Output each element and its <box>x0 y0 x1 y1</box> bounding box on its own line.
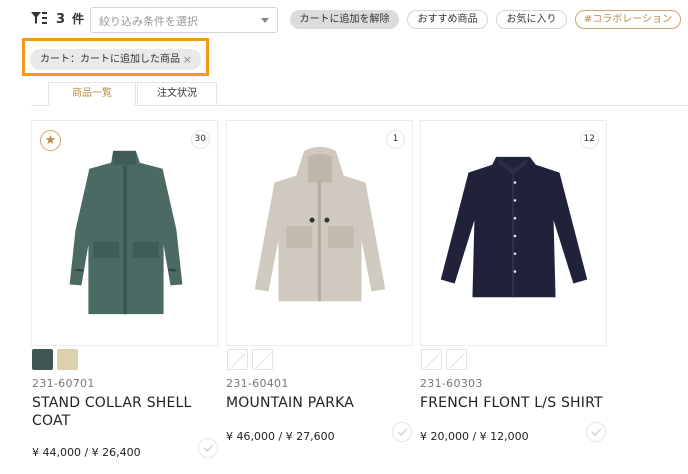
product-image[interactable] <box>32 121 217 345</box>
filter-select-placeholder: 絞り込み条件を選択 <box>99 15 198 28</box>
favorite-star-button[interactable]: ★ <box>40 130 61 151</box>
chevron-down-icon <box>261 18 269 23</box>
check-icon <box>203 444 214 452</box>
color-swatch[interactable] <box>32 349 53 370</box>
color-swatch-empty <box>446 349 467 370</box>
product-name[interactable]: MOUNTAIN PARKA <box>226 394 416 412</box>
product-card[interactable]: ★ 30 <box>31 120 218 346</box>
filter-select[interactable]: 絞り込み条件を選択 <box>90 7 278 33</box>
tab-order-status[interactable]: 注文状況 <box>137 82 217 106</box>
quantity-badge: 1 <box>386 130 405 149</box>
check-icon <box>397 428 408 436</box>
filter-icon[interactable] <box>31 11 47 25</box>
product-code: 231-60401 <box>226 377 289 390</box>
product-image[interactable] <box>227 121 412 345</box>
select-product-button[interactable] <box>198 438 218 458</box>
result-count: 3件 <box>56 12 86 27</box>
close-icon[interactable]: × <box>183 49 192 70</box>
active-filter-label: カート：カートに追加した商品 <box>40 54 180 65</box>
recommended-filter-button[interactable]: おすすめ商品 <box>407 10 488 29</box>
color-swatch[interactable] <box>57 349 78 370</box>
product-card[interactable]: 1 <box>226 120 413 346</box>
star-icon: ★ <box>44 133 57 148</box>
product-price: ¥ 46,000 / ¥ 27,600 <box>226 430 335 443</box>
collaboration-filter-button[interactable]: #コラボレーション <box>575 10 681 29</box>
color-swatch-empty <box>227 349 248 370</box>
product-name[interactable]: STAND COLLAR SHELL COAT <box>32 394 222 430</box>
product-price: ¥ 44,000 / ¥ 26,400 <box>32 446 141 459</box>
product-name[interactable]: FRENCH FLONT L/S SHIRT <box>420 394 610 412</box>
product-image[interactable] <box>421 121 606 345</box>
clear-cart-filter-button[interactable]: カートに追加を解除 <box>290 10 399 29</box>
color-swatch-empty <box>252 349 273 370</box>
product-code: 231-60701 <box>32 377 95 390</box>
select-product-button[interactable] <box>586 422 606 442</box>
quantity-badge: 30 <box>190 130 210 149</box>
active-filter-chip[interactable]: カート：カートに追加した商品 × <box>30 49 201 70</box>
select-product-button[interactable] <box>392 422 412 442</box>
color-swatch-empty <box>421 349 442 370</box>
product-card[interactable]: 12 <box>420 120 607 346</box>
quantity-badge: 12 <box>579 130 599 149</box>
product-code: 231-60303 <box>420 377 483 390</box>
product-price: ¥ 20,000 / ¥ 12,000 <box>420 430 529 443</box>
tab-product-list[interactable]: 商品一覧 <box>48 82 136 106</box>
favorites-filter-button[interactable]: お気に入り <box>496 10 567 29</box>
check-icon <box>591 428 602 436</box>
